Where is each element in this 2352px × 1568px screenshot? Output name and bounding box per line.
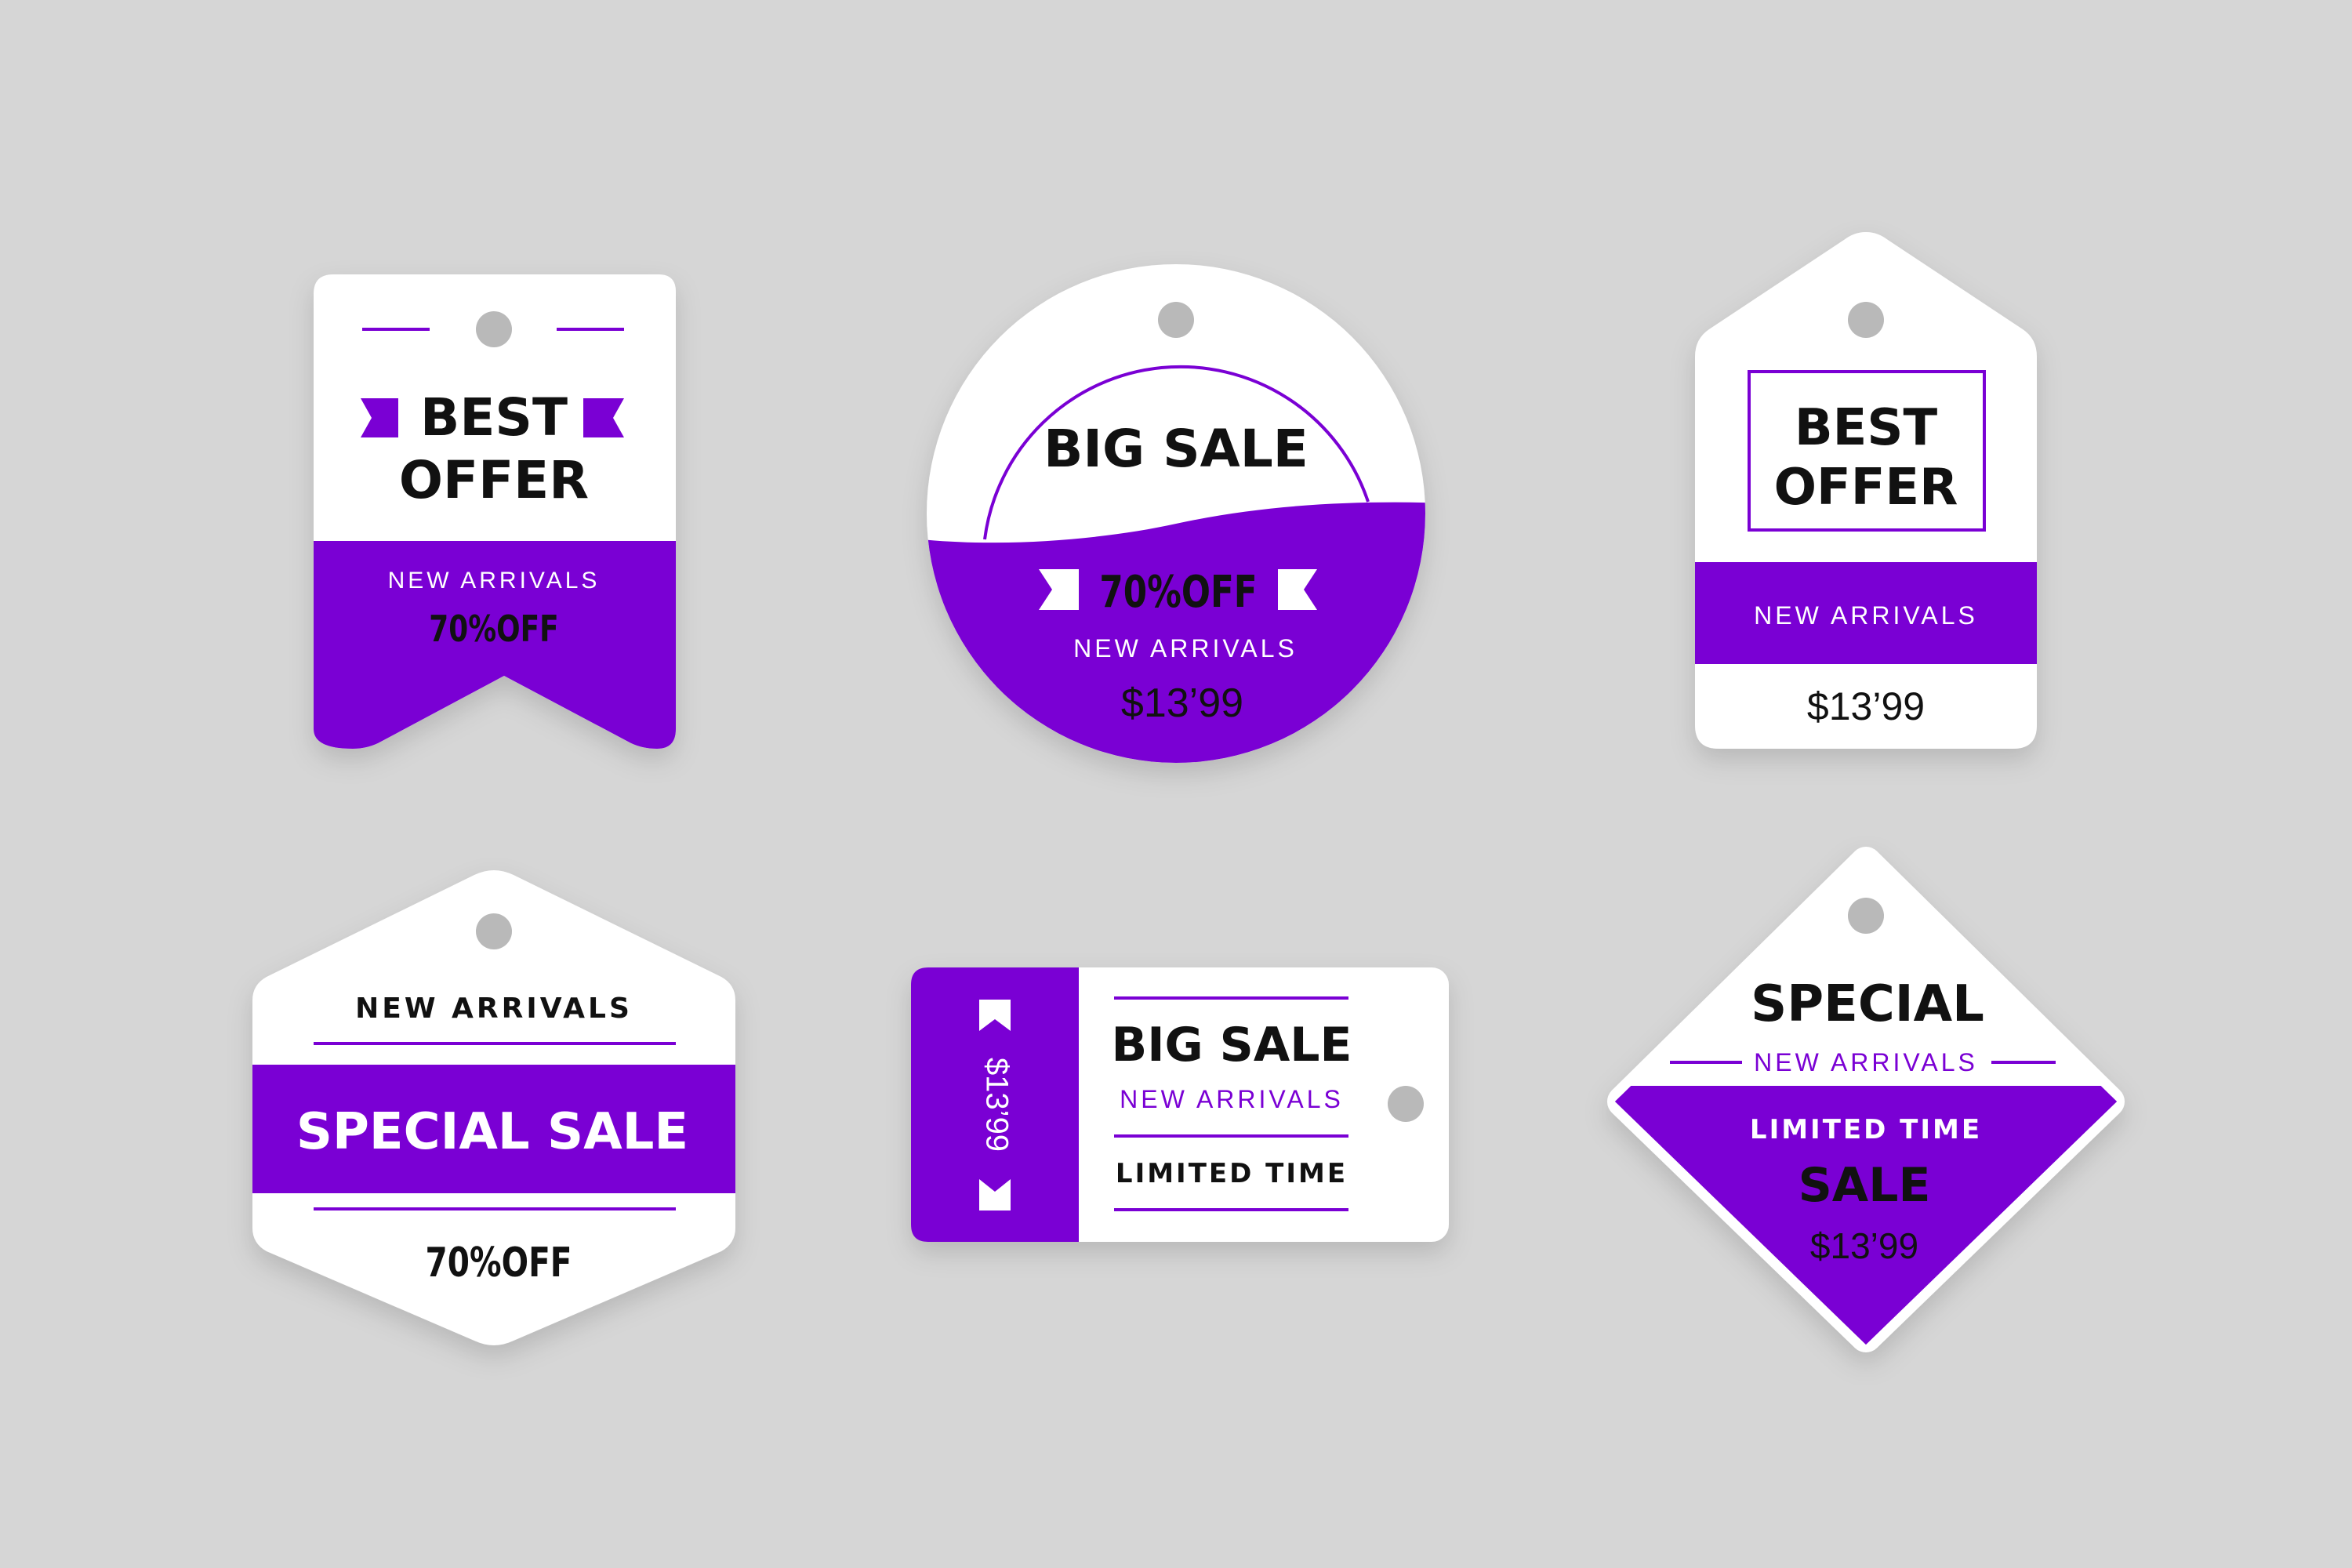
tag-big-sale-circle: BIG SALE 70%OFF NEW ARRIVALS $13’99: [927, 264, 1425, 763]
tag3-title-line2: OFFER: [1774, 459, 1958, 517]
tag-special-sale-diamond: SPECIAL NEW ARRIVALS LIMITED TIME SALE $…: [1607, 847, 2125, 1352]
tag1-hole: [476, 311, 512, 347]
tag4-discount: 70%OFF: [426, 1239, 572, 1286]
tag1-discount: 70%OFF: [429, 608, 558, 651]
tag-special-sale-hexagon: NEW ARRIVALS SPECIAL SALE 70%OFF: [252, 870, 735, 1345]
tag2-title: BIG SALE: [1044, 419, 1308, 479]
tag-best-offer-banner: BEST OFFER NEW ARRIVALS 70%OFF: [314, 274, 676, 749]
tag1-title-line2: OFFER: [399, 450, 589, 510]
tag6-sale: SALE: [1798, 1158, 1931, 1213]
tag2-subtitle: NEW ARRIVALS: [1073, 634, 1298, 662]
tag3-price: $13’99: [1807, 684, 1925, 728]
tag5-price-vertical: $13’99: [979, 1058, 1014, 1152]
tag2-hole: [1158, 302, 1194, 338]
tag3-title-line1: BEST: [1795, 399, 1938, 457]
tag5-note: LIMITED TIME: [1116, 1158, 1348, 1189]
tag4-subtitle: NEW ARRIVALS: [355, 993, 633, 1025]
tag4-hole: [476, 913, 512, 949]
tag6-hole: [1848, 898, 1884, 934]
tag6-price: $13’99: [1810, 1225, 1918, 1266]
tag1-subtitle: NEW ARRIVALS: [388, 568, 601, 593]
tag2-discount: 70%OFF: [1099, 566, 1257, 618]
tag-big-sale-ticket: $13’99 BIG SALE NEW ARRIVALS LIMITED TIM…: [911, 967, 1449, 1242]
tag3-hole: [1848, 302, 1884, 338]
price-tags-canvas: BEST OFFER NEW ARRIVALS 70%OFF BIG SALE …: [252, 232, 2125, 1352]
tag5-hole: [1388, 1086, 1424, 1122]
tag2-price: $13’99: [1121, 681, 1243, 726]
tag5-title: BIG SALE: [1111, 1018, 1352, 1073]
tag4-title: SPECIAL SALE: [296, 1103, 688, 1161]
tag6-title: SPECIAL: [1751, 975, 1984, 1033]
tag6-subtitle: NEW ARRIVALS: [1754, 1048, 1978, 1076]
tag3-subtitle: NEW ARRIVALS: [1754, 601, 1978, 630]
tag1-title-line1: BEST: [420, 387, 568, 448]
tag6-note: LIMITED TIME: [1750, 1114, 1982, 1145]
tag5-subtitle: NEW ARRIVALS: [1120, 1085, 1344, 1113]
tag-best-offer-house: BEST OFFER NEW ARRIVALS $13’99: [1695, 232, 2037, 749]
